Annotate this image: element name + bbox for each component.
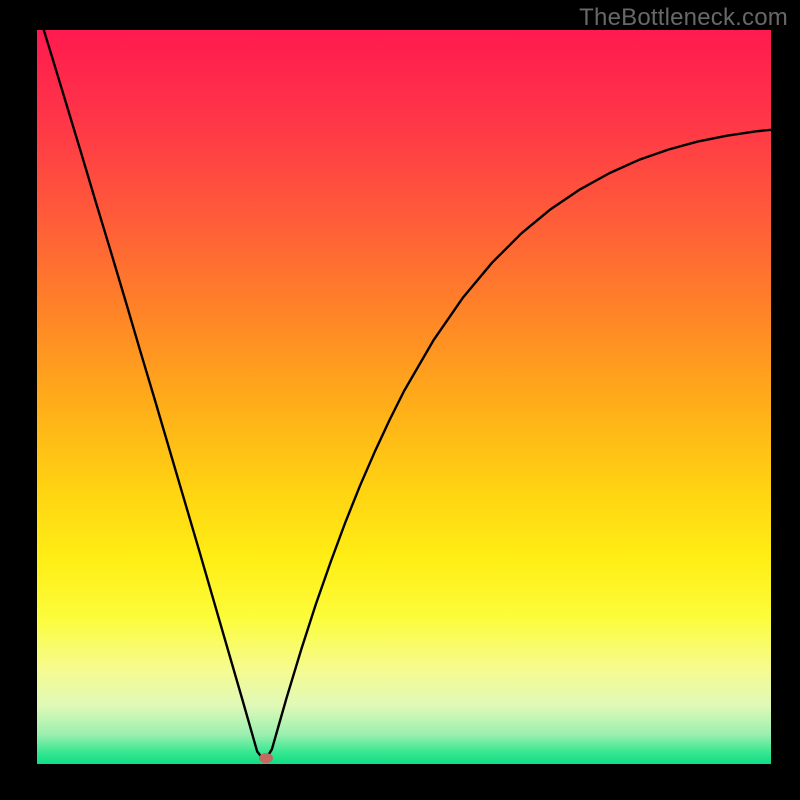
watermark-text: TheBottleneck.com [579, 4, 788, 32]
chart-frame: TheBottleneck.com [0, 0, 800, 800]
gradient-background [37, 30, 771, 764]
optimal-point-marker [259, 753, 273, 763]
chart-svg [37, 30, 771, 764]
plot-area [37, 30, 771, 764]
